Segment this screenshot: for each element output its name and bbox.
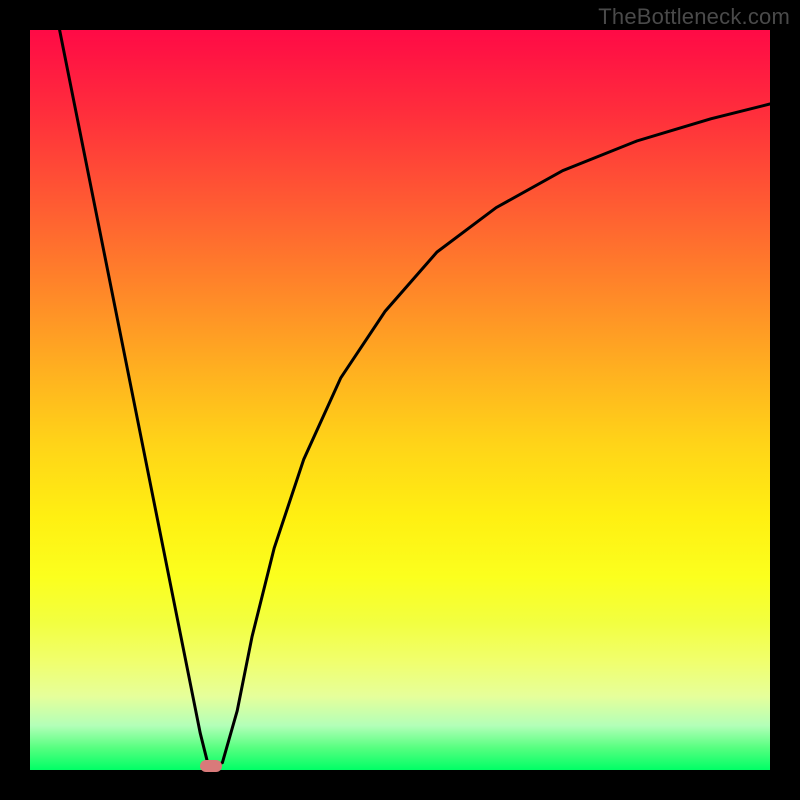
bottleneck-line-chart (30, 30, 770, 770)
curve-right-branch (215, 104, 770, 766)
curve-left-branch (60, 30, 208, 763)
watermark-text: TheBottleneck.com (598, 4, 790, 30)
minimum-point-marker (200, 760, 222, 772)
